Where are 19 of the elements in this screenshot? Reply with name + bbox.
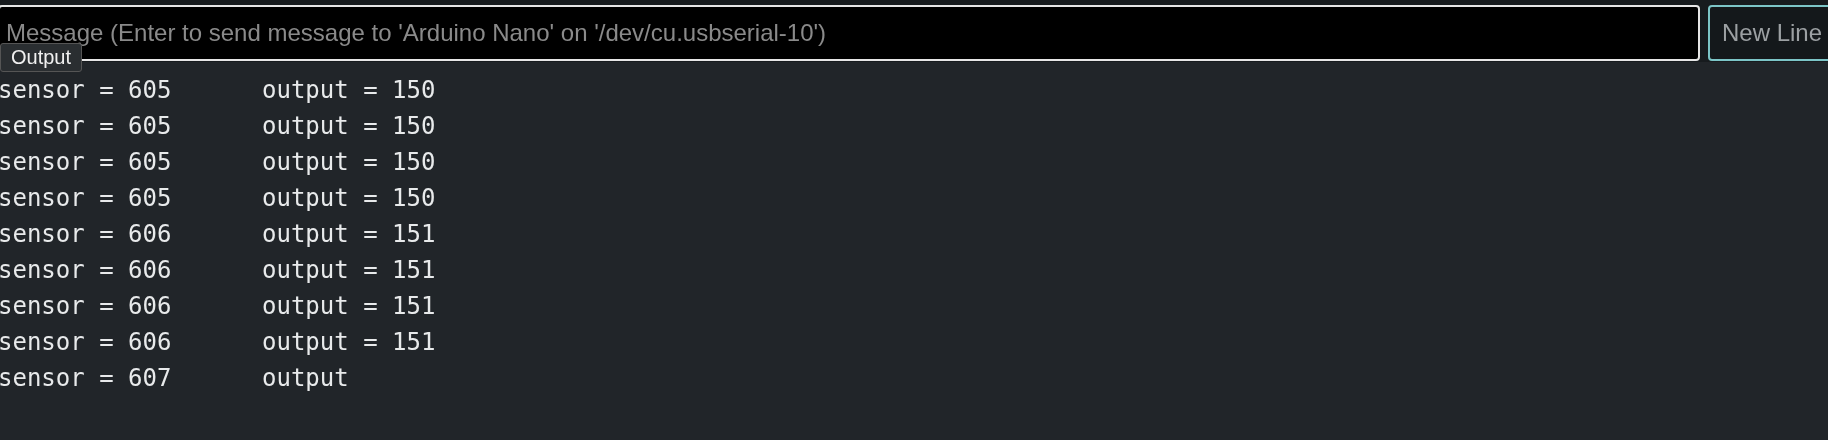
line-ending-dropdown[interactable]: New Line [1708, 5, 1828, 61]
sensor-reading: sensor = 606 [0, 219, 173, 250]
output-reading: output [262, 363, 349, 394]
output-reading: output = 151 [262, 255, 436, 286]
output-reading: output = 151 [262, 219, 436, 250]
sensor-reading: sensor = 606 [0, 255, 173, 286]
sensor-reading: sensor = 606 [0, 327, 173, 358]
output-reading: output = 151 [262, 327, 436, 358]
output-reading: output = 150 [262, 183, 436, 214]
output-reading: output = 150 [262, 111, 436, 142]
sensor-reading: sensor = 605 [0, 75, 173, 106]
sensor-reading: sensor = 605 [0, 147, 173, 178]
sensor-reading: sensor = 607 [0, 363, 173, 394]
output-reading: output = 150 [262, 147, 436, 178]
output-reading: output = 150 [262, 75, 436, 106]
output-reading: output = 151 [262, 291, 436, 322]
sensor-reading: sensor = 605 [0, 111, 173, 142]
sensor-reading: sensor = 606 [0, 291, 173, 322]
sensor-reading: sensor = 605 [0, 183, 173, 214]
